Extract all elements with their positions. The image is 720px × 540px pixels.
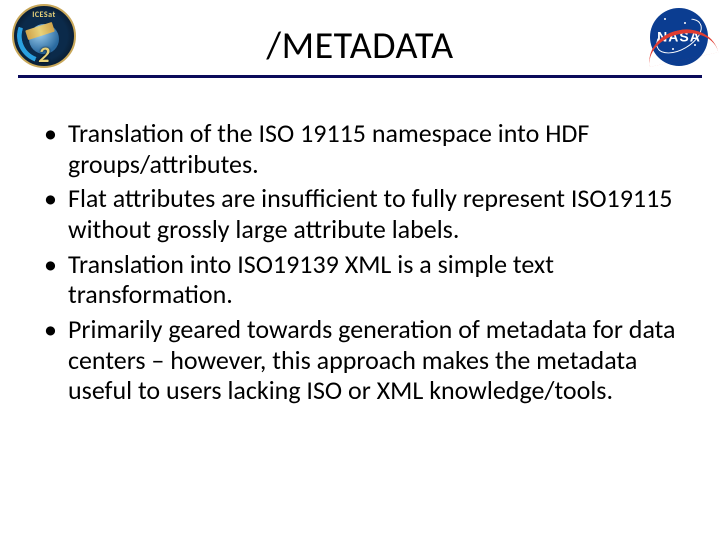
bullet-item: Flat attributes are insufficient to full… xyxy=(42,183,678,244)
bullet-item: Primarily geared towards generation of m… xyxy=(42,314,678,406)
slide-header: ICESat 2 /METADATA NASA xyxy=(0,0,720,86)
bullet-item: Translation into ISO19139 XML is a simpl… xyxy=(42,249,678,310)
slide-title: /METADATA xyxy=(266,23,453,69)
slide-body: Translation of the ISO 19115 namespace i… xyxy=(0,86,720,406)
bullet-list: Translation of the ISO 19115 namespace i… xyxy=(42,118,678,406)
icesat2-badge-number: 2 xyxy=(14,41,74,68)
bullet-item: Translation of the ISO 19115 namespace i… xyxy=(42,118,678,179)
icesat2-logo: ICESat 2 xyxy=(12,4,76,68)
nasa-logo: NASA xyxy=(640,8,708,66)
header-divider xyxy=(18,75,702,78)
icesat2-badge-label: ICESat xyxy=(14,10,74,20)
nasa-badge-icon: NASA xyxy=(650,8,708,66)
slide: ICESat 2 /METADATA NASA Translation of t… xyxy=(0,0,720,540)
icesat2-badge-icon: ICESat 2 xyxy=(12,4,76,68)
